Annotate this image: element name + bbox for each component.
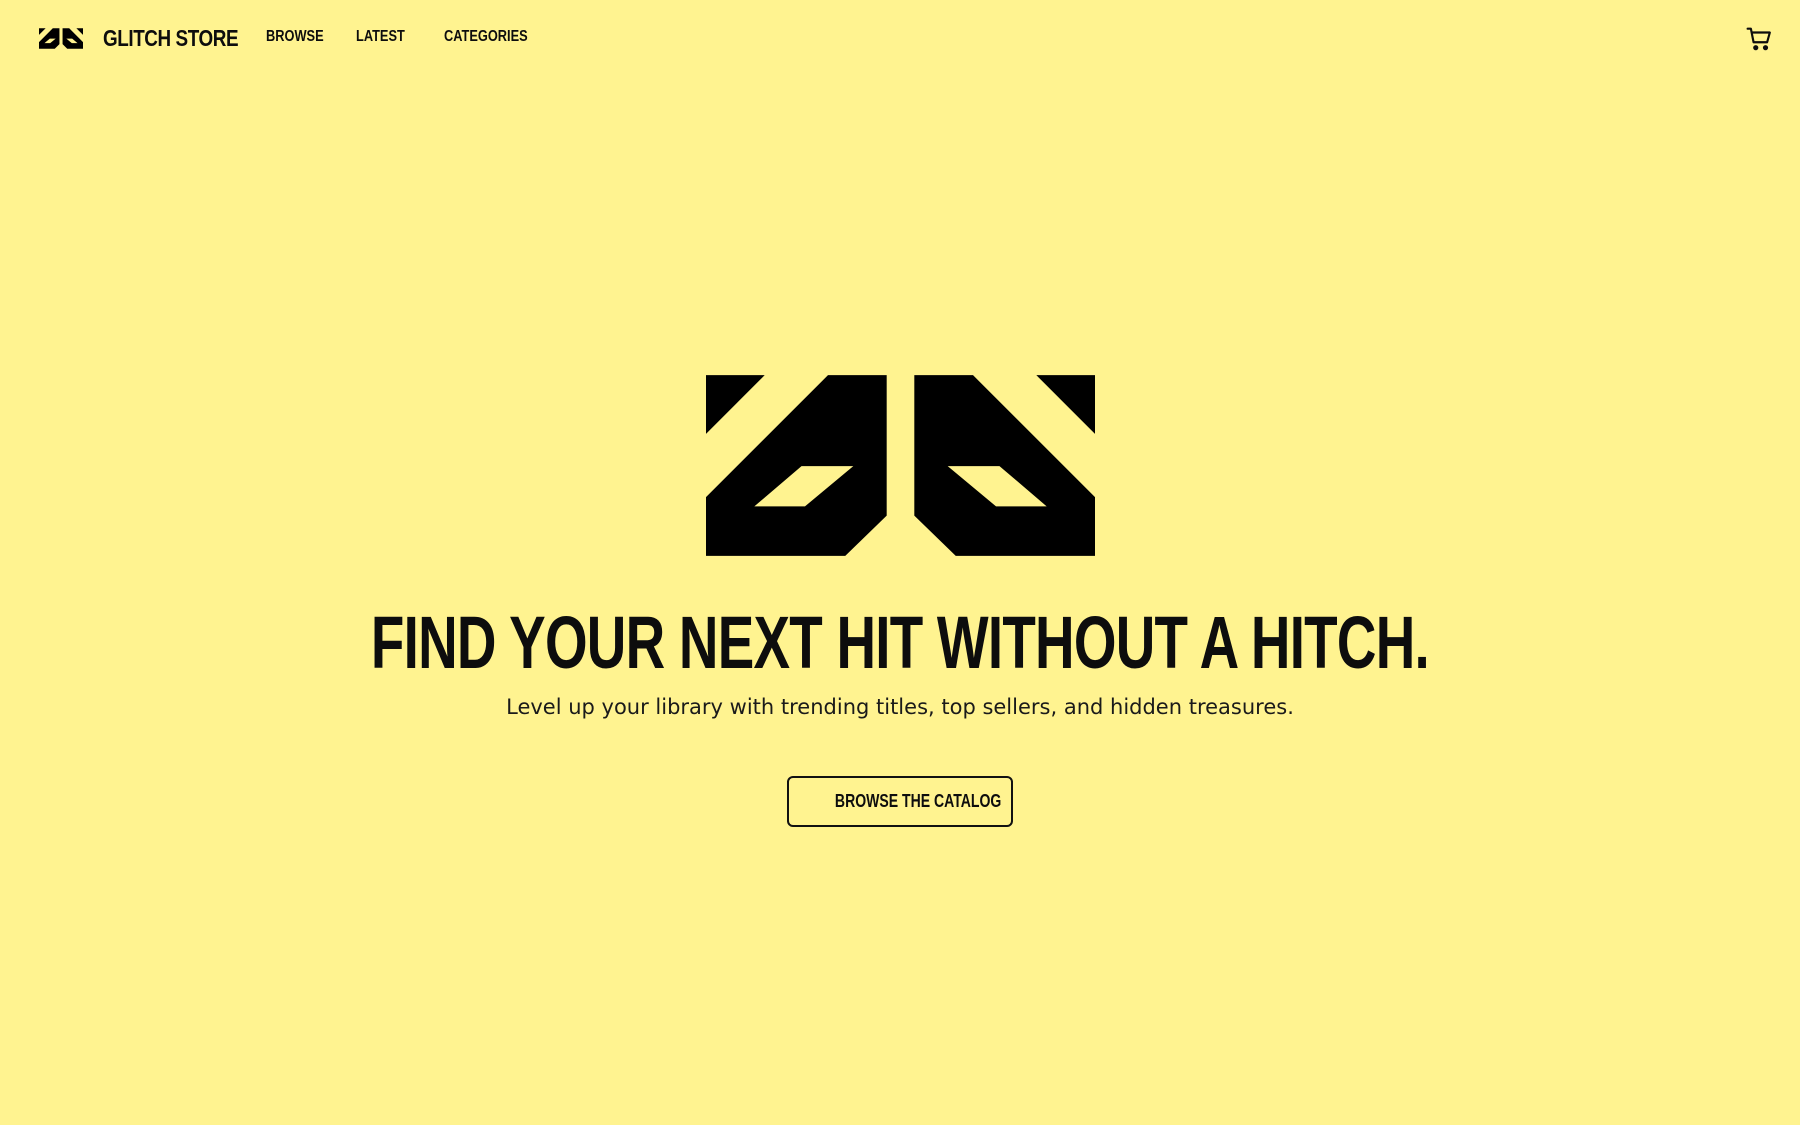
hero-headline: FIND YOUR NEXT HIT WITHOUT A HITCH.: [370, 601, 1430, 684]
hero-subheadline: Level up your library with trending titl…: [506, 695, 1294, 719]
hero-section: FIND YOUR NEXT HIT WITHOUT A HITCH. Leve…: [0, 0, 1800, 1125]
browse-catalog-label: BROWSE THE CATALOG: [835, 791, 1002, 811]
glitch-store-logo-icon: [706, 375, 1095, 556]
headline-container: FIND YOUR NEXT HIT WITHOUT A HITCH.: [0, 602, 1800, 684]
browse-catalog-button[interactable]: BROWSE THE CATALOG: [787, 776, 1013, 827]
page: GLITCH STORE BROWSE LATEST CATEGORIES FI…: [0, 0, 1800, 1125]
